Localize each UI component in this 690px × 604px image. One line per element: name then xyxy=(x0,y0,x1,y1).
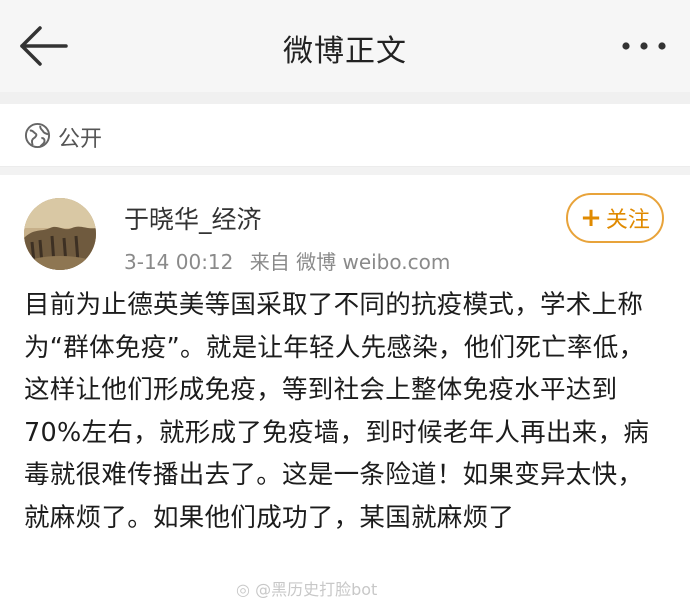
visibility-label: 公开 xyxy=(58,127,103,152)
page-title: 微博正文 xyxy=(283,34,407,69)
globe-icon xyxy=(24,122,51,149)
visibility-row: 公开 xyxy=(0,104,690,167)
more-dots-icon xyxy=(622,42,666,50)
avatar[interactable] xyxy=(24,198,96,270)
follow-label: 关注 xyxy=(605,208,650,233)
section-divider xyxy=(0,92,690,104)
follow-button[interactable]: + 关注 xyxy=(566,193,664,243)
top-bar: 微博正文 xyxy=(0,0,690,92)
post-time: 3-14 00:12 xyxy=(124,250,234,274)
more-button[interactable] xyxy=(616,36,672,56)
weibo-logo-icon: ◎ xyxy=(236,580,250,599)
watermark: ◎ @黑历史打脸bot xyxy=(236,576,377,600)
post-meta: 3-14 00:12 来自 微博 weibo.com xyxy=(124,246,460,275)
section-divider-2 xyxy=(0,167,690,175)
plus-icon: + xyxy=(580,203,602,233)
post-body: 目前为止德英美等国采取了不同的抗疫模式，学术上称为“群体免疫”。就是让年轻人先感… xyxy=(24,290,650,533)
author-name[interactable]: 于晓华_经济 xyxy=(124,200,262,236)
avatar-image xyxy=(24,198,96,270)
watermark-text: @黑历史打脸bot xyxy=(255,580,378,599)
post-source: 来自 微博 weibo.com xyxy=(249,250,451,274)
